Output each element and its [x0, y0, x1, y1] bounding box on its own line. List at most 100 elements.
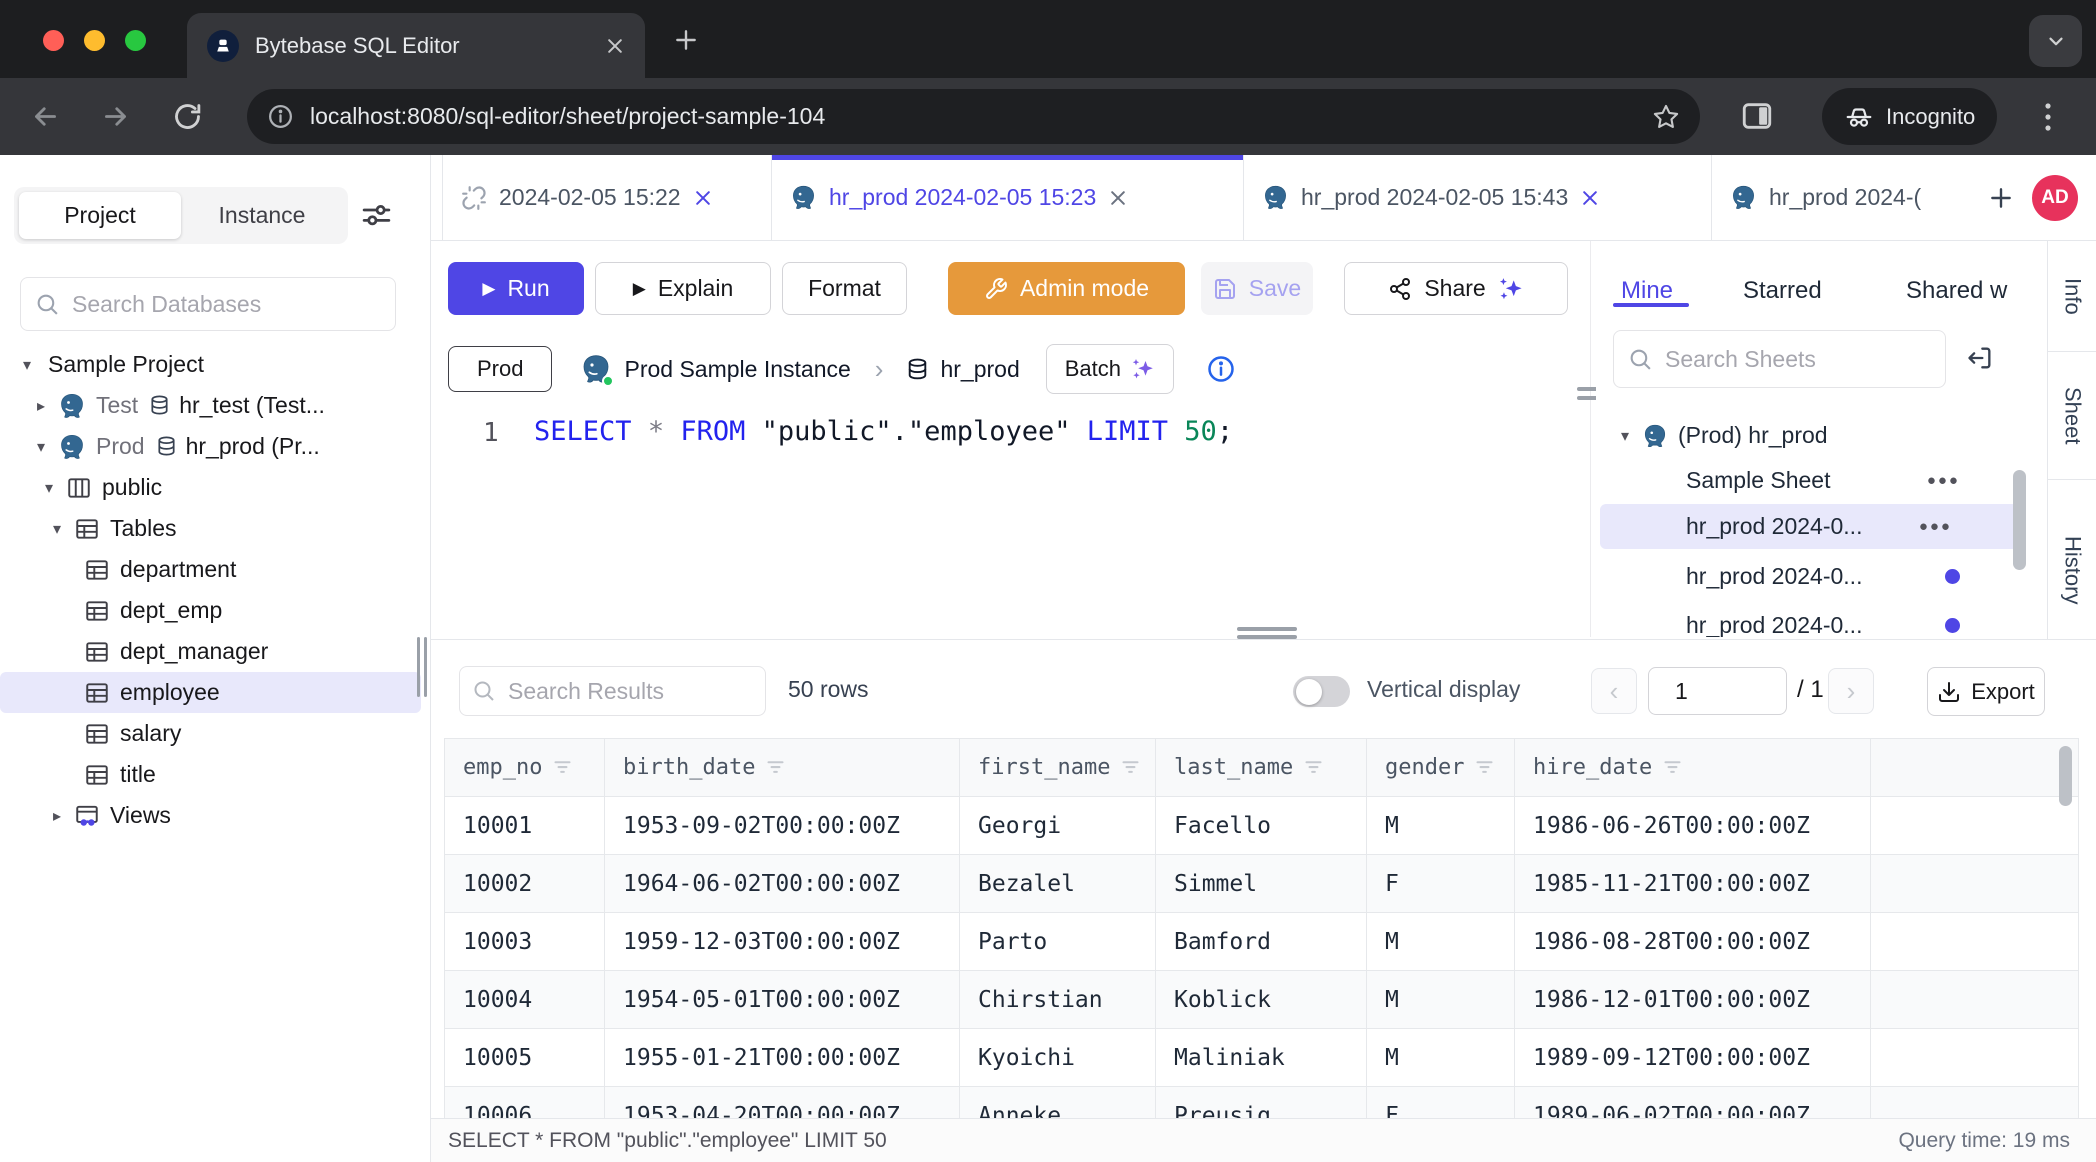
table-row[interactable]: 100031959-12-03T00:00:00ZPartoBamfordM19… [445, 913, 2079, 971]
prev-page-button[interactable]: ‹ [1591, 668, 1637, 714]
browser-tab[interactable]: Bytebase SQL Editor [187, 13, 645, 78]
tab-close-icon[interactable] [1580, 188, 1600, 208]
admin-mode-button[interactable]: Admin mode [948, 262, 1185, 315]
sql-code-editor[interactable]: 1 SELECT * FROM "public"."employee" LIMI… [431, 402, 1590, 637]
tab-project[interactable]: Project [19, 192, 181, 239]
tree-item-table-department[interactable]: department [0, 549, 421, 590]
tree-item-table-salary[interactable]: salary [0, 713, 421, 754]
export-button[interactable]: Export [1927, 667, 2045, 716]
table-cell[interactable]: Koblick [1156, 971, 1367, 1029]
next-page-button[interactable]: › [1828, 668, 1874, 714]
tab-search-button[interactable] [2029, 15, 2082, 67]
table-cell[interactable]: Parto [960, 913, 1156, 971]
tab-close-icon[interactable] [1108, 188, 1128, 208]
back-button[interactable] [30, 101, 61, 132]
sheet-tab-3[interactable]: hr_prod 2024-02-05 15:43 [1244, 155, 1712, 240]
table-cell[interactable]: F [1367, 1087, 1515, 1120]
table-cell[interactable]: 10004 [445, 971, 605, 1029]
sort-icon[interactable] [1120, 757, 1141, 778]
vertical-display-toggle[interactable] [1293, 676, 1350, 707]
tree-item-tables[interactable]: ▾ Tables [0, 508, 421, 549]
column-header-gender[interactable]: gender [1367, 739, 1515, 797]
sheet-list-scrollbar[interactable] [2013, 470, 2026, 570]
column-header-birth-date[interactable]: birth_date [605, 739, 960, 797]
reload-button[interactable] [172, 101, 203, 132]
tree-item-project[interactable]: ▾ Sample Project [0, 344, 421, 385]
database-search[interactable] [20, 277, 396, 331]
chevron-collapsed-icon[interactable]: ▸ [32, 396, 50, 416]
results-search-input[interactable] [508, 678, 753, 705]
results-search[interactable] [459, 666, 766, 716]
chevron-expanded-icon[interactable]: ▾ [18, 355, 36, 375]
site-info-icon[interactable] [267, 103, 294, 130]
sheet-menu-icon[interactable]: ●●● [1927, 472, 1960, 489]
instance-name[interactable]: Prod Sample Instance [624, 356, 850, 383]
batch-button[interactable]: Batch [1046, 344, 1174, 394]
column-header-hire-date[interactable]: hire_date [1515, 739, 1871, 797]
sort-icon[interactable] [1303, 757, 1324, 778]
sheet-tab-1[interactable]: 2024-02-05 15:22 [442, 155, 772, 240]
table-cell[interactable]: M [1367, 1029, 1515, 1087]
table-cell[interactable]: 10003 [445, 913, 605, 971]
sheet-search-input[interactable] [1665, 346, 1931, 373]
browser-tab-close-icon[interactable] [605, 36, 625, 56]
tab-mine[interactable]: Mine [1621, 241, 1673, 305]
tab-close-icon[interactable] [693, 188, 713, 208]
table-cell[interactable]: Bamford [1156, 913, 1367, 971]
save-button[interactable]: Save [1201, 262, 1313, 315]
address-bar[interactable]: localhost:8080/sql-editor/sheet/project-… [247, 89, 1700, 144]
sheet-item[interactable]: Sample Sheet ●●● [1596, 458, 2026, 503]
chevron-collapsed-icon[interactable]: ▸ [48, 806, 66, 826]
tab-info[interactable]: Info [2048, 241, 2096, 352]
table-row[interactable]: 100011953-09-02T00:00:00ZGeorgiFacelloM1… [445, 797, 2079, 855]
tab-history[interactable]: History [2048, 480, 2096, 660]
table-cell[interactable]: 1953-04-20T00:00:00Z [605, 1087, 960, 1120]
table-cell[interactable]: 1953-09-02T00:00:00Z [605, 797, 960, 855]
tree-item-views[interactable]: ▸ Views [0, 795, 421, 836]
tree-item-table-dept-emp[interactable]: dept_emp [0, 590, 421, 631]
sheet-item-selected[interactable]: hr_prod 2024-0... ●●● [1600, 504, 2018, 549]
tree-item-table-dept-manager[interactable]: dept_manager [0, 631, 421, 672]
table-cell[interactable]: 1986-06-26T00:00:00Z [1515, 797, 1871, 855]
tree-item-table-title[interactable]: title [0, 754, 421, 795]
sort-icon[interactable] [1662, 757, 1683, 778]
chevron-expanded-icon[interactable]: ▾ [1616, 426, 1634, 446]
table-cell[interactable]: 1985-11-21T00:00:00Z [1515, 855, 1871, 913]
explain-button[interactable]: ▶ Explain [595, 262, 771, 315]
browser-menu-button[interactable] [2043, 102, 2053, 132]
sheet-group-row[interactable]: ▾ (Prod) hr_prod [1596, 413, 2026, 458]
user-avatar[interactable]: AD [2032, 175, 2078, 221]
table-cell[interactable]: 1989-06-02T00:00:00Z [1515, 1087, 1871, 1120]
window-close-button[interactable] [43, 30, 64, 51]
sheet-tab-4[interactable]: hr_prod 2024-( [1712, 155, 1976, 240]
table-cell[interactable]: 10005 [445, 1029, 605, 1087]
table-cell[interactable]: M [1367, 913, 1515, 971]
table-cell[interactable]: 1989-09-12T00:00:00Z [1515, 1029, 1871, 1087]
bookmark-star-icon[interactable] [1652, 103, 1680, 131]
table-cell[interactable]: Preusig [1156, 1087, 1367, 1120]
new-tab-button[interactable] [673, 27, 699, 53]
database-name[interactable]: hr_prod [940, 356, 1019, 383]
table-cell[interactable]: M [1367, 797, 1515, 855]
side-panel-button[interactable] [1740, 99, 1774, 133]
table-row[interactable]: 100061953-04-20T00:00:00ZAnnekePreusigF1… [445, 1087, 2079, 1120]
table-row[interactable]: 100041954-05-01T00:00:00ZChirstianKoblic… [445, 971, 2079, 1029]
sparkles-icon[interactable] [1498, 276, 1524, 302]
table-cell[interactable]: Facello [1156, 797, 1367, 855]
tree-item-database-test[interactable]: ▸ Test hr_test (Test... [0, 385, 421, 426]
table-cell[interactable]: 1955-01-21T00:00:00Z [605, 1029, 960, 1087]
chevron-expanded-icon[interactable]: ▾ [48, 519, 66, 539]
table-cell[interactable]: 10002 [445, 855, 605, 913]
table-row[interactable]: 100051955-01-21T00:00:00ZKyoichiMaliniak… [445, 1029, 2079, 1087]
tree-item-schema-public[interactable]: ▾ public [0, 467, 421, 508]
sort-icon[interactable] [1474, 757, 1495, 778]
table-cell[interactable]: Georgi [960, 797, 1156, 855]
chevron-expanded-icon[interactable]: ▾ [40, 478, 58, 498]
tab-shared[interactable]: Shared w [1906, 241, 2007, 305]
run-button[interactable]: ▶ Run [448, 262, 584, 315]
column-header-emp-no[interactable]: emp_no [445, 739, 605, 797]
sheet-item[interactable]: hr_prod 2024-0... [1596, 554, 2026, 599]
sheet-menu-icon[interactable]: ●●● [1919, 518, 1952, 535]
table-cell[interactable]: 10006 [445, 1087, 605, 1120]
table-cell[interactable]: M [1367, 971, 1515, 1029]
